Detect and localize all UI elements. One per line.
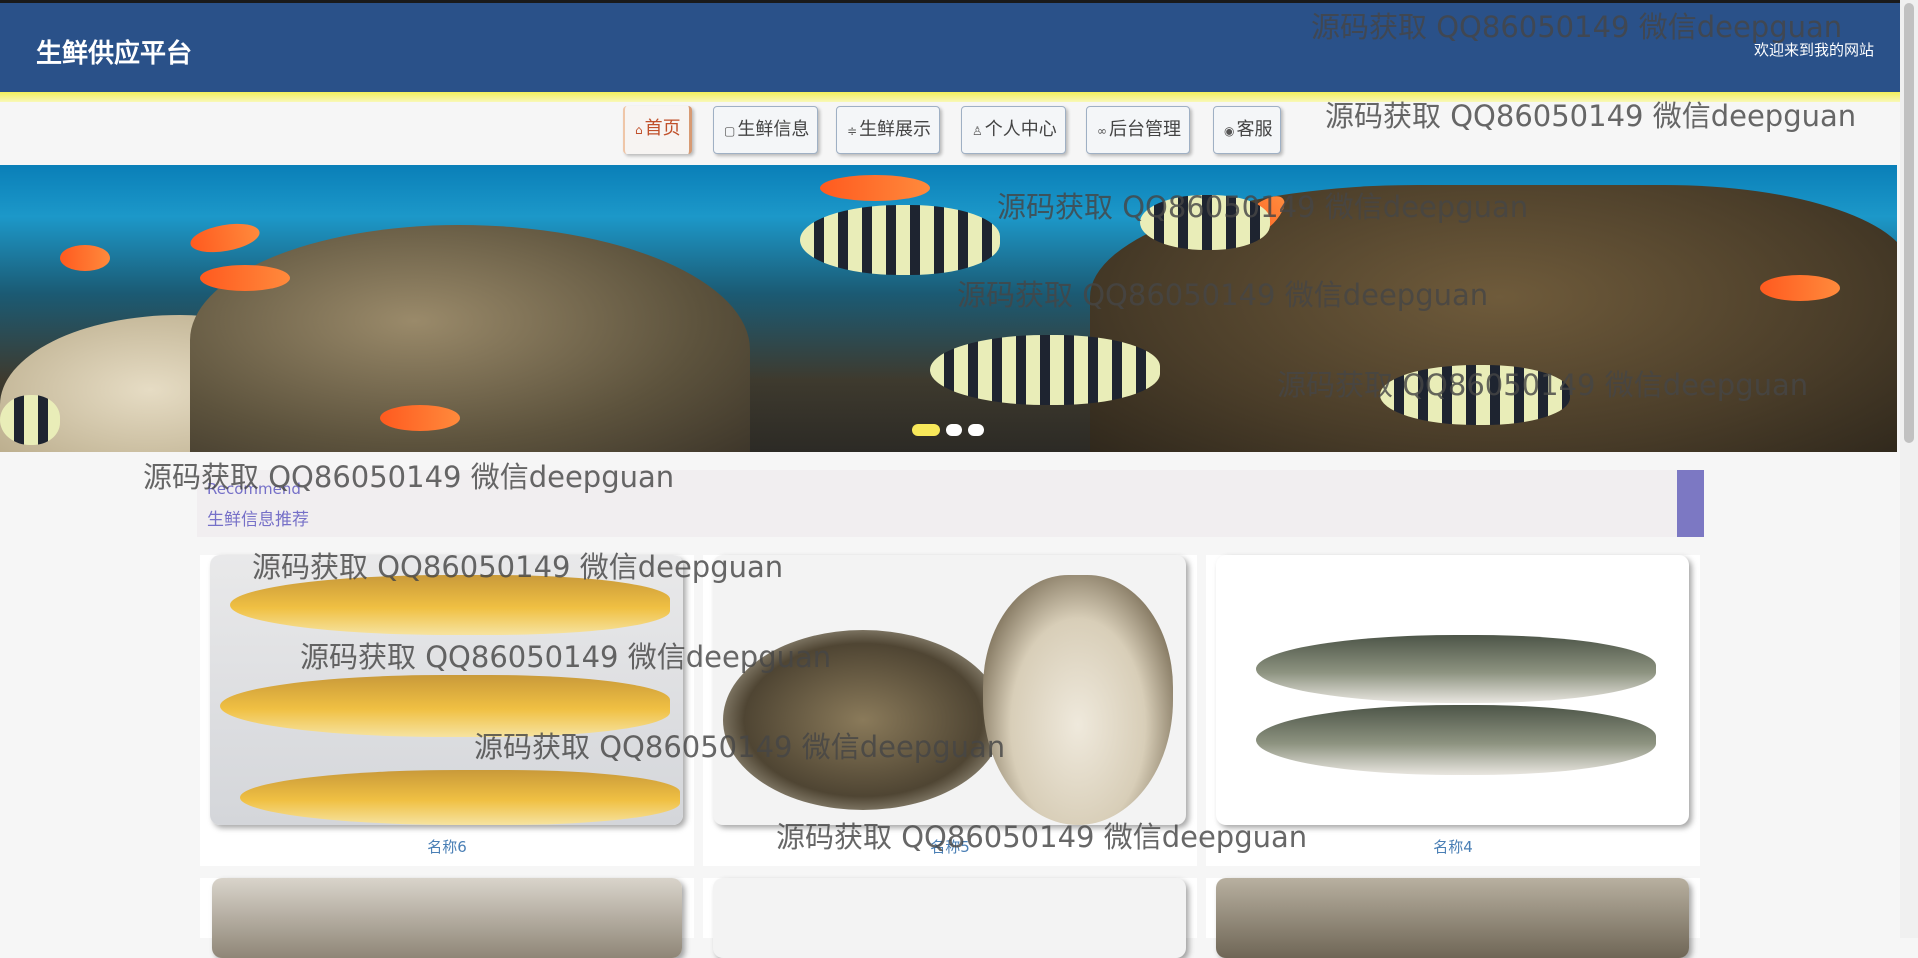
recommend-header: Recommend 生鲜信息推荐 <box>197 470 1704 537</box>
product-card[interactable]: 名称5 <box>703 555 1197 866</box>
product-photo[interactable] <box>1216 878 1689 958</box>
product-name[interactable]: 名称5 <box>703 836 1197 857</box>
fish-shape <box>200 265 290 291</box>
page-scrollbar[interactable] <box>1900 0 1918 938</box>
product-card[interactable]: 名称6 <box>200 555 694 866</box>
nav-admin[interactable]: ∞ 后台管理 <box>1086 106 1190 154</box>
nav-customer-service[interactable]: ◉ 客服 <box>1213 106 1282 154</box>
product-card[interactable]: 名称4 <box>1206 555 1700 866</box>
product-name[interactable]: 名称6 <box>200 836 694 857</box>
site-brand[interactable]: 生鲜供应平台 <box>36 33 192 70</box>
product-card[interactable] <box>703 878 1197 958</box>
sliders-icon: ≑ <box>847 124 858 138</box>
top-header: 生鲜供应平台 欢迎来到我的网站 <box>0 0 1900 92</box>
document-icon: ▢ <box>724 124 736 138</box>
fish-shape <box>800 205 1000 275</box>
oyster-photo[interactable] <box>713 555 1186 825</box>
hero-carousel[interactable] <box>0 165 1897 452</box>
nav-label: 生鲜展示 <box>859 119 932 140</box>
nav-label: 生鲜信息 <box>737 119 810 140</box>
product-photo[interactable] <box>212 878 682 958</box>
product-photo[interactable] <box>713 878 1186 958</box>
fish-shape <box>188 219 262 257</box>
user-icon: ♙ <box>972 124 983 138</box>
product-name[interactable]: 名称4 <box>1206 836 1700 857</box>
nav-label: 首页 <box>644 118 681 139</box>
carousel-dot[interactable] <box>968 424 984 436</box>
header-accent-strip <box>0 92 1900 102</box>
link-icon: ∞ <box>1097 124 1107 138</box>
fish-shape <box>380 405 460 431</box>
nav-home[interactable]: ⌂ 首页 <box>623 106 692 154</box>
yellow-croaker-photo[interactable] <box>210 555 683 825</box>
carp-photo[interactable] <box>1216 555 1689 825</box>
recommend-cn-title: 生鲜信息推荐 <box>207 510 309 530</box>
recommend-accent-bar <box>1677 470 1704 537</box>
coral-reef-shape <box>190 225 750 452</box>
nav-fresh-info[interactable]: ▢ 生鲜信息 <box>713 106 819 154</box>
nav-personal-center[interactable]: ♙ 个人中心 <box>961 106 1066 154</box>
recommend-en-title: Recommend <box>207 480 301 498</box>
main-nav: ⌂ 首页 ▢ 生鲜信息 ≑ 生鲜展示 ♙ 个人中心 ∞ 后台管理 ◉ 客服 <box>0 102 1900 165</box>
product-card[interactable] <box>1206 878 1700 958</box>
nav-fresh-display[interactable]: ≑ 生鲜展示 <box>836 106 941 154</box>
fish-shape <box>820 175 930 201</box>
scrollbar-thumb[interactable] <box>1904 3 1914 443</box>
carousel-dot-active[interactable] <box>912 424 940 436</box>
nav-label: 客服 <box>1236 119 1273 140</box>
product-card[interactable] <box>200 878 694 958</box>
nav-label: 后台管理 <box>1109 119 1181 140</box>
home-icon: ⌂ <box>635 123 643 137</box>
fish-shape <box>60 245 110 271</box>
fish-shape <box>0 395 60 445</box>
carousel-dot[interactable] <box>946 424 962 436</box>
service-icon: ◉ <box>1224 124 1235 138</box>
fish-shape <box>930 335 1160 405</box>
fish-shape <box>1380 365 1570 425</box>
nav-label: 个人中心 <box>984 119 1057 140</box>
fish-shape <box>1760 275 1840 301</box>
welcome-text: 欢迎来到我的网站 <box>1753 41 1874 59</box>
fish-shape <box>1140 195 1270 250</box>
